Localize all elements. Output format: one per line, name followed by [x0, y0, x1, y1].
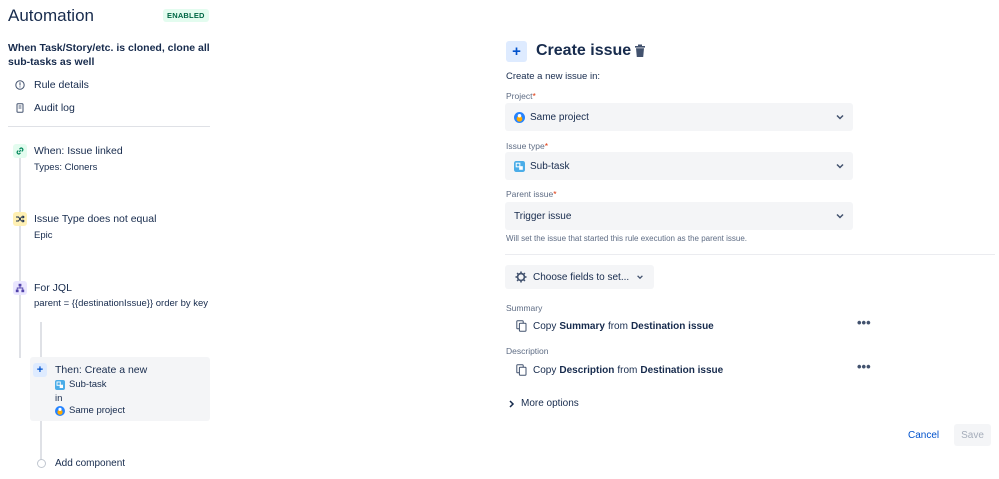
- description-label: Description: [506, 346, 549, 356]
- trigger-subtitle: Types: Cloners: [34, 162, 98, 173]
- required-marker: *: [544, 141, 549, 151]
- audit-log-link[interactable]: Audit log: [15, 102, 75, 114]
- summary-label: Summary: [506, 303, 543, 313]
- summary-more-icon[interactable]: •••: [857, 316, 871, 329]
- action-issue-type: Sub-task: [55, 379, 107, 390]
- trigger-step[interactable]: When: Issue linked Types: Cloners: [10, 144, 210, 184]
- add-component-button[interactable]: Add component: [37, 458, 125, 469]
- page-title: Automation: [8, 6, 94, 25]
- divider: [8, 126, 210, 127]
- issue-type-label: Issue type*: [506, 141, 548, 151]
- more-options-label: More options: [521, 398, 579, 409]
- issue-type-select-value: Sub-task: [530, 160, 570, 172]
- rule-name: When Task/Story/etc. is cloned, clone al…: [8, 42, 210, 68]
- parent-issue-label: Parent issue*: [506, 189, 557, 199]
- parent-issue-hint: Will set the issue that started this rul…: [506, 234, 748, 243]
- description-copy-field: Description: [559, 364, 615, 376]
- document-icon: [15, 103, 25, 113]
- action-connector: in: [55, 393, 63, 404]
- project-label-text: Project: [506, 91, 533, 101]
- divider: [505, 254, 995, 255]
- chevron-down-icon: [636, 273, 644, 281]
- parent-issue-select-value: Trigger issue: [514, 210, 572, 222]
- summary-copy-middle: from: [607, 320, 628, 332]
- chevron-down-icon: [835, 112, 845, 122]
- plus-icon: +: [33, 363, 47, 377]
- rule-details-label: Rule details: [34, 79, 89, 91]
- choose-fields-button[interactable]: Choose fields to set...: [505, 265, 654, 289]
- chevron-down-icon: [835, 161, 845, 171]
- shuffle-icon: [13, 212, 27, 226]
- project-select-value: Same project: [530, 111, 589, 123]
- flow-connector-line: [19, 158, 21, 358]
- trigger-title: When: Issue linked: [34, 145, 123, 157]
- description-copy-source: Destination issue: [640, 364, 724, 376]
- branch-title: For JQL: [34, 282, 72, 294]
- audit-log-label: Audit log: [34, 102, 75, 114]
- more-options-toggle[interactable]: More options: [508, 398, 579, 409]
- summary-copy-row[interactable]: Copy Summary from Destination issue: [516, 320, 717, 332]
- chevron-right-icon: [508, 399, 515, 408]
- editor-title: Create issue: [536, 42, 632, 59]
- description-copy-middle: from: [617, 364, 638, 376]
- gear-icon: [515, 271, 527, 283]
- parent-issue-label-text: Parent issue: [506, 189, 554, 199]
- issue-type-label-text: Issue type: [506, 141, 545, 151]
- info-icon: [15, 80, 25, 90]
- required-marker: *: [532, 91, 536, 101]
- action-project-label: Same project: [69, 405, 125, 416]
- component-editor: + Create issue Create a new issue in: Pr…: [500, 0, 999, 479]
- required-marker: *: [553, 189, 557, 199]
- summary-copy-prefix: Copy: [533, 320, 557, 332]
- project-select[interactable]: Same project: [505, 103, 853, 131]
- project-avatar-icon: [514, 111, 525, 123]
- condition-subtitle: Epic: [34, 230, 53, 241]
- action-issue-type-label: Sub-task: [69, 379, 107, 390]
- add-dot-icon: [37, 459, 46, 468]
- rule-details-link[interactable]: Rule details: [15, 79, 89, 91]
- status-badge: ENABLED: [163, 9, 209, 22]
- parent-issue-select[interactable]: Trigger issue: [505, 202, 853, 230]
- summary-copy-field: Summary: [559, 320, 605, 332]
- project-avatar-icon: [55, 405, 65, 416]
- description-copy-row[interactable]: Copy Description from Destination issue: [516, 364, 726, 376]
- link-icon: [13, 144, 27, 158]
- branch-icon: [13, 281, 27, 295]
- description-copy-prefix: Copy: [533, 364, 557, 376]
- cancel-button[interactable]: Cancel: [908, 430, 939, 441]
- condition-step[interactable]: Issue Type does not equal Epic: [10, 212, 210, 252]
- project-label: Project*: [506, 91, 536, 101]
- editor-intro: Create a new issue in:: [506, 71, 600, 82]
- trash-icon[interactable]: [634, 44, 646, 58]
- rule-sidebar: Automation ENABLED When Task/Story/etc. …: [0, 0, 220, 479]
- summary-copy-source: Destination issue: [630, 320, 714, 332]
- action-project: Same project: [55, 405, 125, 416]
- create-issue-icon: +: [506, 41, 527, 62]
- save-button[interactable]: Save: [954, 424, 991, 446]
- issue-type-select[interactable]: Sub-task: [505, 152, 853, 180]
- subtask-icon: [55, 379, 65, 390]
- branch-step[interactable]: For JQL parent = {{destinationIssue}} or…: [10, 281, 210, 325]
- condition-title: Issue Type does not equal: [34, 213, 157, 225]
- copy-icon: [516, 320, 527, 332]
- branch-subtitle: parent = {{destinationIssue}} order by k…: [34, 298, 209, 309]
- chevron-down-icon: [835, 211, 845, 221]
- copy-icon: [516, 364, 527, 376]
- action-title: Then: Create a new: [55, 364, 148, 376]
- subtask-icon: [514, 160, 525, 172]
- description-more-icon[interactable]: •••: [857, 360, 871, 373]
- choose-fields-label: Choose fields to set...: [533, 271, 630, 283]
- add-component-label: Add component: [55, 458, 126, 469]
- action-step[interactable]: + Then: Create a new Sub-task in Same pr…: [30, 357, 210, 421]
